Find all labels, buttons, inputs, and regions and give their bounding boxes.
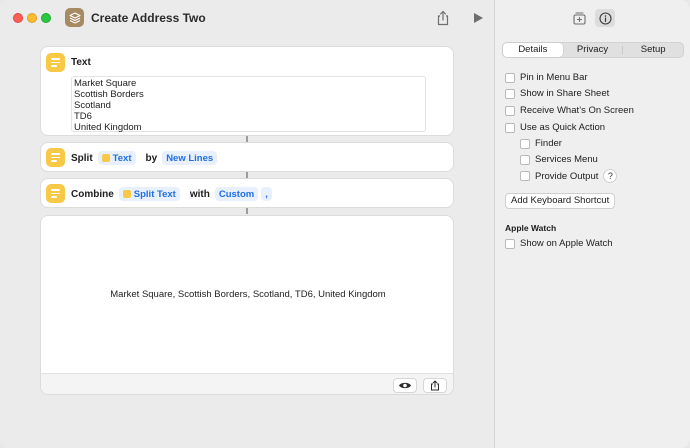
split-label: Split xyxy=(71,152,93,164)
tab-setup[interactable]: Setup xyxy=(623,43,683,57)
checkbox-box[interactable] xyxy=(520,171,530,181)
tab-privacy[interactable]: Privacy xyxy=(563,43,623,57)
combine-action-card[interactable]: Combine Split Text with Custom , xyxy=(40,178,454,208)
run-button[interactable] xyxy=(469,9,487,27)
checkbox-box[interactable] xyxy=(520,154,530,165)
text-action-title: Text xyxy=(71,57,91,68)
result-footer xyxy=(41,373,453,394)
checkbox-label: Pin in Menu Bar xyxy=(520,72,588,83)
split-action-icon xyxy=(46,148,65,167)
split-action-row: Split Text by New Lines xyxy=(71,151,218,165)
split-input-token-label: Text xyxy=(112,152,132,164)
pin-menu-bar-checkbox[interactable]: Pin in Menu Bar xyxy=(505,72,588,83)
result-card: Market Square, Scottish Borders, Scotlan… xyxy=(40,215,454,395)
checkbox-label: Provide Output xyxy=(535,170,599,182)
text-line: United Kingdom xyxy=(74,122,142,133)
receive-screen-checkbox[interactable]: Receive What’s On Screen xyxy=(505,105,634,116)
custom-separator-token[interactable]: , xyxy=(261,187,272,201)
services-menu-checkbox[interactable]: Services Menu xyxy=(520,154,598,165)
combine-label: Combine xyxy=(71,188,114,200)
text-action-card[interactable]: Text Market Square Scottish Borders Scot… xyxy=(40,46,454,136)
checkbox-label: Receive What’s On Screen xyxy=(520,105,634,116)
share-button[interactable] xyxy=(434,9,452,27)
checkbox-label: Show on Apple Watch xyxy=(520,238,613,249)
inspector-pane: Details Privacy Setup Pin in Menu Bar Sh… xyxy=(494,0,690,448)
details-info-button[interactable] xyxy=(595,9,615,27)
checkbox-box[interactable] xyxy=(505,72,515,83)
shortcuts-window: Create Address Two Text Market Square Sc… xyxy=(0,0,690,448)
checkbox-label: Use as Quick Action xyxy=(520,122,606,133)
text-line: TD6 xyxy=(74,111,92,122)
split-input-token[interactable]: Text xyxy=(97,151,136,165)
checkbox-label: Show in Share Sheet xyxy=(520,88,610,99)
add-keyboard-shortcut-button[interactable]: Add Keyboard Shortcut xyxy=(505,193,616,209)
checkbox-label: Services Menu xyxy=(535,154,598,165)
checkbox-box[interactable] xyxy=(505,88,515,99)
layers-icon xyxy=(68,11,81,24)
text-action-icon xyxy=(46,53,65,72)
text-variable-icon xyxy=(101,154,110,162)
info-icon xyxy=(598,11,612,25)
quick-action-checkbox[interactable]: Use as Quick Action xyxy=(505,122,605,133)
checkbox-box[interactable] xyxy=(520,138,530,149)
preview-button[interactable] xyxy=(393,378,417,393)
text-line: Scotland xyxy=(74,100,111,111)
share-sheet-checkbox[interactable]: Show in Share Sheet xyxy=(505,88,609,99)
result-share-button[interactable] xyxy=(423,378,447,393)
text-input-field[interactable]: Market Square Scottish Borders Scotland … xyxy=(71,76,426,133)
close-window-button[interactable] xyxy=(13,13,23,23)
play-icon xyxy=(474,13,483,23)
combine-input-token-label: Split Text xyxy=(133,188,176,200)
title-bar: Create Address Two xyxy=(0,0,494,36)
checkbox-box[interactable] xyxy=(505,122,515,133)
checkbox-label: Finder xyxy=(535,138,562,149)
shortcut-app-icon[interactable] xyxy=(65,8,84,27)
library-button[interactable] xyxy=(569,9,589,27)
apple-watch-header: Apple Watch xyxy=(505,223,557,233)
provide-output-checkbox[interactable]: Provide Output ? xyxy=(520,169,618,183)
checkbox-box[interactable] xyxy=(505,105,515,116)
split-by-label: by xyxy=(145,152,158,164)
help-button[interactable]: ? xyxy=(603,169,618,183)
editor-pane: Create Address Two Text Market Square Sc… xyxy=(0,0,494,448)
combine-input-token[interactable]: Split Text xyxy=(118,187,180,201)
separator-token[interactable]: New Lines xyxy=(162,151,218,165)
minimize-window-button[interactable] xyxy=(27,13,37,23)
show-on-watch-checkbox[interactable]: Show on Apple Watch xyxy=(505,238,613,249)
inspector-tabs: Details Privacy Setup xyxy=(502,42,684,58)
zoom-window-button[interactable] xyxy=(41,13,51,23)
combine-action-row: Combine Split Text with Custom , xyxy=(71,187,272,201)
window-title: Create Address Two xyxy=(91,11,206,25)
split-action-card[interactable]: Split Text by New Lines xyxy=(40,142,454,172)
split-text-variable-icon xyxy=(122,190,131,198)
result-text: Market Square, Scottish Borders, Scotlan… xyxy=(110,289,386,300)
combine-with-label: with xyxy=(189,188,210,200)
share-icon xyxy=(431,380,439,391)
finder-checkbox[interactable]: Finder xyxy=(520,138,562,149)
text-line: Scottish Borders xyxy=(74,89,144,100)
share-icon xyxy=(437,10,449,26)
action-connector xyxy=(246,208,248,214)
eye-icon xyxy=(399,382,411,389)
add-action-library-icon xyxy=(572,11,586,25)
combine-mode-token[interactable]: Custom xyxy=(214,187,259,201)
text-line: Market Square xyxy=(74,78,137,89)
combine-action-icon xyxy=(46,184,65,203)
checkbox-box[interactable] xyxy=(505,238,515,249)
tab-details[interactable]: Details xyxy=(503,43,563,57)
